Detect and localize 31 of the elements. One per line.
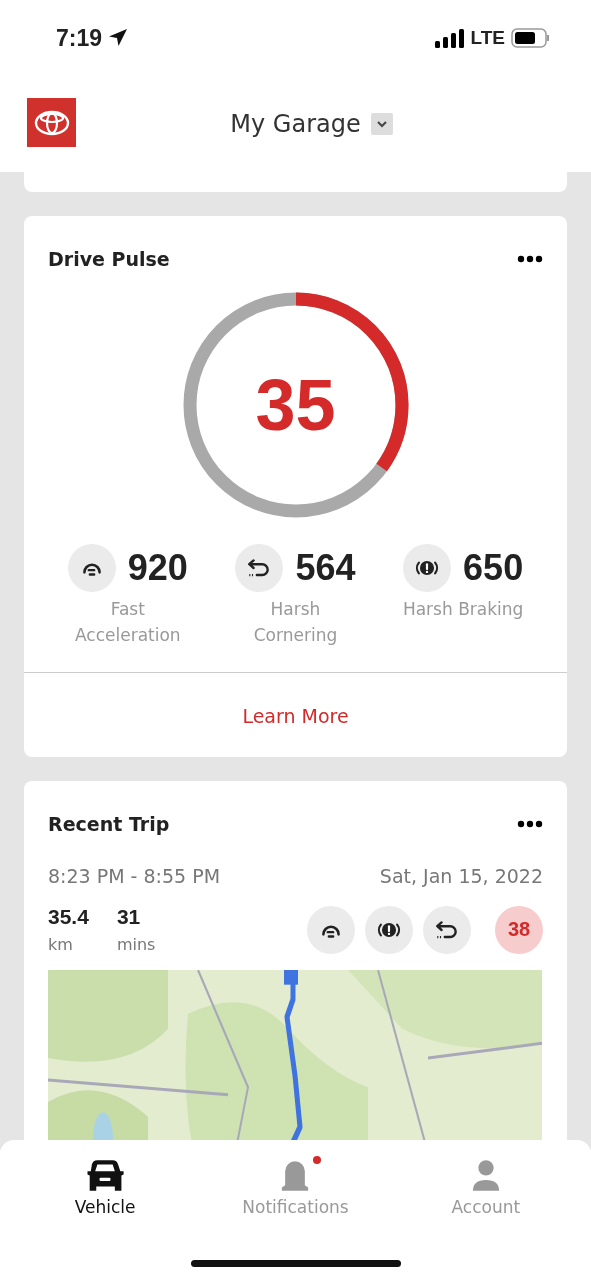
learn-more-link[interactable]: Learn More bbox=[242, 705, 349, 727]
stat-value: 35.4 bbox=[48, 905, 89, 929]
metric-label: Harsh Braking bbox=[401, 598, 525, 621]
metric-value: 564 bbox=[295, 547, 356, 589]
status-time: 7:19 bbox=[56, 24, 103, 52]
metric-label: Fast Acceleration bbox=[74, 598, 182, 647]
more-icon[interactable] bbox=[517, 255, 543, 263]
signal-icon bbox=[434, 28, 465, 48]
garage-title: My Garage bbox=[230, 110, 361, 138]
trip-date: Sat, Jan 15, 2022 bbox=[379, 865, 543, 887]
tab-button[interactable]: Vehicle bbox=[15, 1154, 196, 1221]
more-icon[interactable] bbox=[517, 820, 543, 828]
metric-value: 920 bbox=[127, 547, 188, 589]
stat-unit: mins bbox=[116, 935, 156, 954]
trip-score: 38 bbox=[495, 905, 543, 954]
battery-icon bbox=[511, 28, 551, 48]
stat-value: 31 bbox=[116, 905, 142, 929]
chevron-down-icon bbox=[375, 120, 388, 128]
card-title: Drive Pulse bbox=[48, 248, 170, 270]
card-title: Recent Trip bbox=[48, 813, 170, 835]
location-arrow-icon bbox=[108, 28, 129, 48]
tab-button[interactable]: Notifications bbox=[205, 1154, 386, 1221]
metric-label: Harsh Cornering bbox=[252, 598, 339, 647]
score-value: 35 bbox=[255, 364, 336, 446]
trip-time: 8:23 PM - 8:55 PM bbox=[48, 865, 221, 887]
brand-logo[interactable] bbox=[27, 98, 76, 147]
metric-value: 650 bbox=[463, 547, 524, 589]
stat-unit: km bbox=[48, 935, 74, 954]
network-label: LTE bbox=[470, 27, 505, 49]
dropdown-button[interactable] bbox=[370, 113, 393, 135]
tab-button[interactable]: Account bbox=[395, 1154, 576, 1221]
